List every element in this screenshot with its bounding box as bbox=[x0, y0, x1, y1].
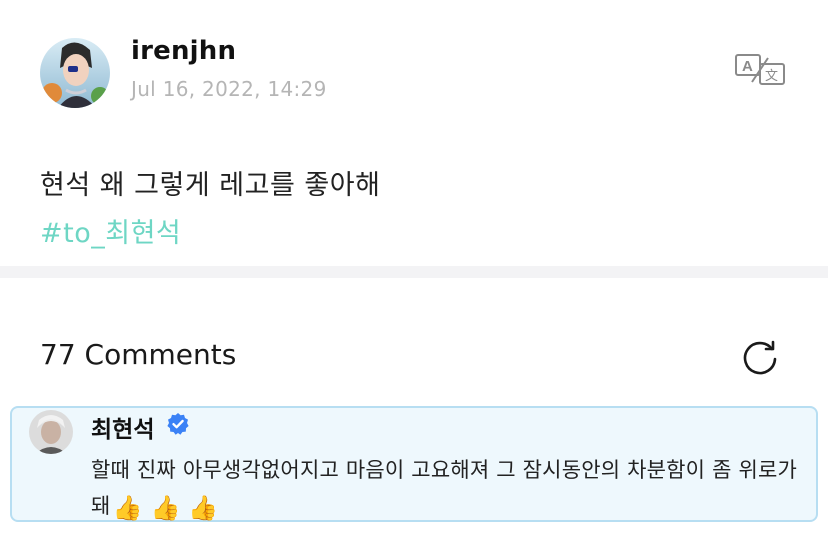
section-divider bbox=[0, 266, 828, 278]
post-timestamp: Jul 16, 2022, 14:29 bbox=[131, 77, 327, 101]
hashtag-link[interactable]: #to_최현석 bbox=[40, 211, 181, 250]
comment-author[interactable]: 최현석 bbox=[91, 410, 154, 444]
comment-text: 할때 진짜 아무생각없어지고 마음이 고요해져 그 잠시동안의 차분함이 좀 위… bbox=[91, 452, 801, 524]
thumbs-up-emoji: 👍 👍 👍 bbox=[112, 494, 219, 522]
refresh-icon[interactable] bbox=[740, 337, 780, 377]
avatar[interactable] bbox=[40, 38, 110, 108]
svg-text:文: 文 bbox=[765, 69, 778, 84]
translate-icon[interactable]: A 文 bbox=[734, 52, 786, 88]
username[interactable]: irenjhn bbox=[131, 36, 236, 66]
post-header: irenjhn Jul 16, 2022, 14:29 A 文 bbox=[0, 0, 828, 130]
verified-badge-icon bbox=[166, 412, 190, 436]
comment-avatar[interactable] bbox=[29, 410, 73, 454]
comment-item[interactable]: 최현석 할때 진짜 아무생각없어지고 마음이 고요해져 그 잠시동안의 차분함이… bbox=[10, 406, 818, 522]
comments-count: 77 Comments bbox=[40, 338, 237, 371]
post-text: 현석 왜 그렇게 레고를 좋아해 bbox=[40, 170, 381, 201]
svg-text:A: A bbox=[742, 58, 753, 75]
